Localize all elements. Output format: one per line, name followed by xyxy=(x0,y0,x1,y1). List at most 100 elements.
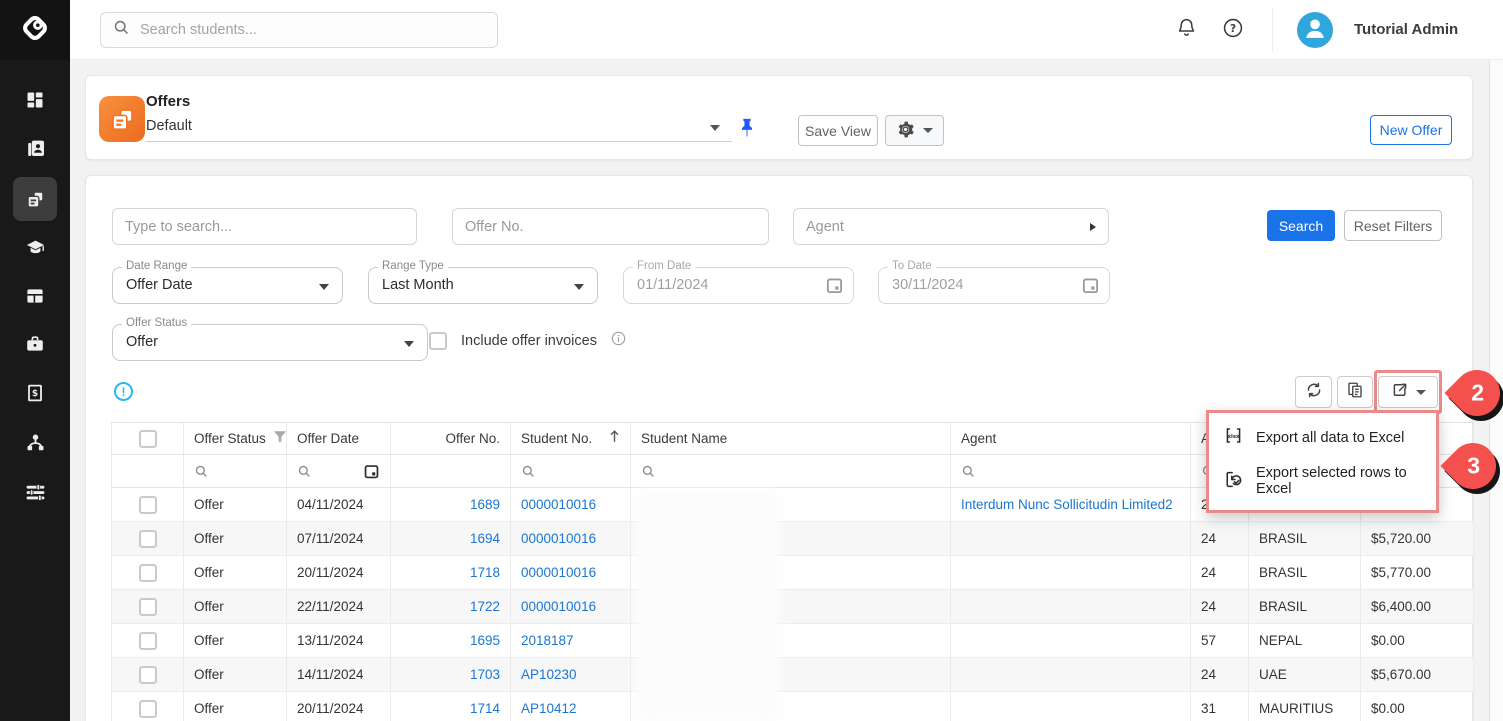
sidebar-item-settings[interactable] xyxy=(13,470,57,514)
col-offer-date[interactable]: Offer Date xyxy=(287,423,391,454)
sidebar-item-agents[interactable] xyxy=(13,420,57,464)
filter-funnel-icon[interactable] xyxy=(273,423,287,454)
pin-view-button[interactable] xyxy=(736,116,758,140)
user-menu[interactable] xyxy=(1297,12,1333,48)
range-type-select[interactable]: Range Type Last Month xyxy=(368,267,598,304)
row-checkbox[interactable] xyxy=(139,700,157,718)
student-no-link[interactable]: 2018187 xyxy=(521,633,574,648)
student-no-link[interactable]: AP10230 xyxy=(521,667,577,682)
offer-no-cell[interactable]: 1703 xyxy=(391,658,511,691)
student-no-link[interactable]: 0000010016 xyxy=(521,497,596,512)
export-all-menu-item[interactable]: xlsx Export all data to Excel xyxy=(1209,418,1436,457)
export-selected-menu-item[interactable]: Export selected rows to Excel xyxy=(1209,457,1436,505)
new-offer-button[interactable]: New Offer xyxy=(1370,115,1452,145)
offer-no-cell[interactable]: 1695 xyxy=(391,624,511,657)
student-no-link[interactable]: 0000010016 xyxy=(521,531,596,546)
student-no-cell[interactable]: 2018187 xyxy=(511,624,631,657)
agent-filter-cell[interactable] xyxy=(951,455,1191,487)
topbar: ? Tutorial Admin xyxy=(70,0,1503,60)
offer-no-link[interactable]: 1689 xyxy=(470,497,500,512)
save-view-button[interactable]: Save View xyxy=(798,115,878,146)
view-settings-button[interactable] xyxy=(885,115,944,146)
offer-no-field[interactable] xyxy=(452,208,769,245)
view-selector[interactable]: Default xyxy=(146,114,732,142)
grid-alert-icon[interactable]: ! xyxy=(114,382,133,401)
from-date-value: 01/11/2024 xyxy=(637,277,709,293)
student-no-cell[interactable]: AP10230 xyxy=(511,658,631,691)
agents-network-icon xyxy=(25,432,46,453)
student-no-cell[interactable]: 0000010016 xyxy=(511,590,631,623)
col-student-name[interactable]: Student Name xyxy=(631,423,951,454)
help-button[interactable]: ? xyxy=(1221,18,1245,42)
sidebar-item-education[interactable] xyxy=(13,225,57,269)
col-offer-status[interactable]: Offer Status xyxy=(184,423,287,454)
agent-cell[interactable]: Interdum Nunc Sollicitudin Limited2 xyxy=(951,488,1191,521)
studentname-filter-cell[interactable] xyxy=(631,455,951,487)
student-no-cell[interactable]: 0000010016 xyxy=(511,522,631,555)
sidebar-item-dashboard[interactable] xyxy=(13,78,57,122)
refresh-button[interactable] xyxy=(1295,376,1332,408)
sidebar-item-courses[interactable] xyxy=(13,274,57,318)
grid-search-input[interactable] xyxy=(125,219,404,235)
offer-no-link[interactable]: 1695 xyxy=(470,633,500,648)
row-checkbox[interactable] xyxy=(139,666,157,684)
reset-filters-button[interactable]: Reset Filters xyxy=(1344,210,1442,241)
amount-cell: $6,400.00 xyxy=(1361,590,1474,623)
offer-no-cell[interactable]: 1718 xyxy=(391,556,511,589)
from-date-field[interactable]: From Date 01/11/2024 xyxy=(623,267,854,304)
notifications-button[interactable] xyxy=(1174,18,1198,42)
row-checkbox[interactable] xyxy=(139,598,157,616)
offer-no-input[interactable] xyxy=(465,219,756,235)
student-no-link[interactable]: 0000010016 xyxy=(521,565,596,580)
student-no-cell[interactable]: AP10412 xyxy=(511,692,631,721)
col-offer-no[interactable]: Offer No. xyxy=(391,423,511,454)
row-checkbox[interactable] xyxy=(139,530,157,548)
student-no-link[interactable]: AP10412 xyxy=(521,701,577,716)
app-logo[interactable] xyxy=(0,0,70,60)
row-checkbox[interactable] xyxy=(139,632,157,650)
offer-no-link[interactable]: 1718 xyxy=(470,565,500,580)
offer-no-link[interactable]: 1703 xyxy=(470,667,500,682)
offer-no-link[interactable]: 1722 xyxy=(470,599,500,614)
global-search-input[interactable] xyxy=(140,22,485,38)
agent-link[interactable]: Interdum Nunc Sollicitudin Limited2 xyxy=(961,497,1173,512)
sidebar-item-services[interactable] xyxy=(13,322,57,366)
offers-page: $ ? Tutorial Admin Offers Default xyxy=(0,0,1503,721)
sidebar-item-offers[interactable] xyxy=(13,177,57,221)
sidebar-item-students[interactable] xyxy=(13,126,57,170)
copy-grid-button[interactable] xyxy=(1337,376,1373,408)
select-all-checkbox[interactable] xyxy=(139,430,157,448)
search-button[interactable]: Search xyxy=(1267,210,1335,241)
date-filter-cell[interactable] xyxy=(287,455,391,487)
offer-no-cell[interactable]: 1694 xyxy=(391,522,511,555)
offer-no-link[interactable]: 1694 xyxy=(470,531,500,546)
student-no-cell[interactable]: 0000010016 xyxy=(511,488,631,521)
date-range-select[interactable]: Date Range Offer Date xyxy=(112,267,343,304)
country-cell: MAURITIUS xyxy=(1249,692,1361,721)
student-no-cell[interactable]: 0000010016 xyxy=(511,556,631,589)
status-filter-cell[interactable] xyxy=(184,455,287,487)
annotation-badge-3: 3 xyxy=(1450,443,1496,489)
agent-cell xyxy=(951,658,1191,691)
studentno-filter-cell[interactable] xyxy=(511,455,631,487)
agent-input[interactable] xyxy=(806,219,1090,235)
export-button[interactable] xyxy=(1378,376,1438,408)
offer-date-cell: 22/11/2024 xyxy=(287,590,391,623)
to-date-field[interactable]: To Date 30/11/2024 xyxy=(878,267,1110,304)
row-checkbox[interactable] xyxy=(139,496,157,514)
country-cell: BRASIL xyxy=(1249,556,1361,589)
offer-no-cell[interactable]: 1714 xyxy=(391,692,511,721)
col-agent[interactable]: Agent xyxy=(951,423,1191,454)
global-search[interactable] xyxy=(100,12,498,48)
offer-no-cell[interactable]: 1689 xyxy=(391,488,511,521)
student-no-link[interactable]: 0000010016 xyxy=(521,599,596,614)
offer-no-link[interactable]: 1714 xyxy=(470,701,500,716)
sidebar-item-invoices[interactable]: $ xyxy=(13,371,57,415)
agent-field[interactable] xyxy=(793,208,1109,245)
include-invoices-checkbox[interactable] xyxy=(429,332,447,350)
col-student-no[interactable]: Student No. xyxy=(511,423,631,454)
offer-no-cell[interactable]: 1722 xyxy=(391,590,511,623)
row-checkbox[interactable] xyxy=(139,564,157,582)
offer-status-select[interactable]: Offer Status Offer xyxy=(112,324,428,361)
grid-search-field[interactable] xyxy=(112,208,417,245)
